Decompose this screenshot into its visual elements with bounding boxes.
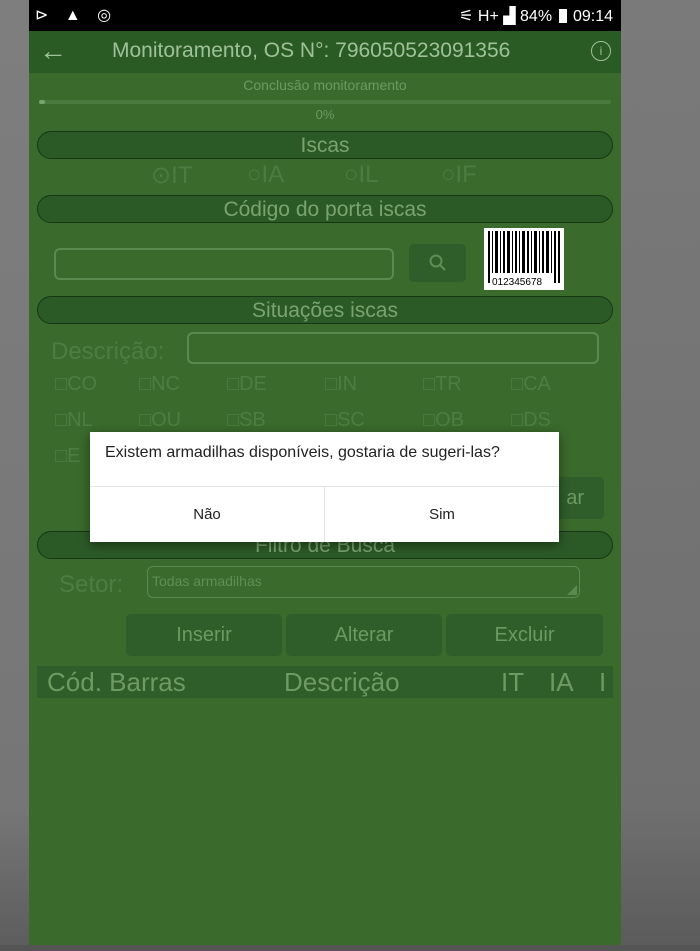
dialog-yes-button[interactable]: Sim xyxy=(325,487,559,542)
bottom-edge xyxy=(0,945,700,951)
phone-screen: ⊳ ▲ ◎ ⚟ H+ ▟ 84% 09:14 ← Monitoramento, … xyxy=(29,0,621,948)
background-right xyxy=(621,0,700,951)
background-left xyxy=(0,0,29,951)
dialog-no-button[interactable]: Não xyxy=(90,487,324,542)
confirm-dialog: Existem armadilhas disponíveis, gostaria… xyxy=(90,432,559,542)
dialog-message: Existem armadilhas disponíveis, gostaria… xyxy=(105,444,500,461)
